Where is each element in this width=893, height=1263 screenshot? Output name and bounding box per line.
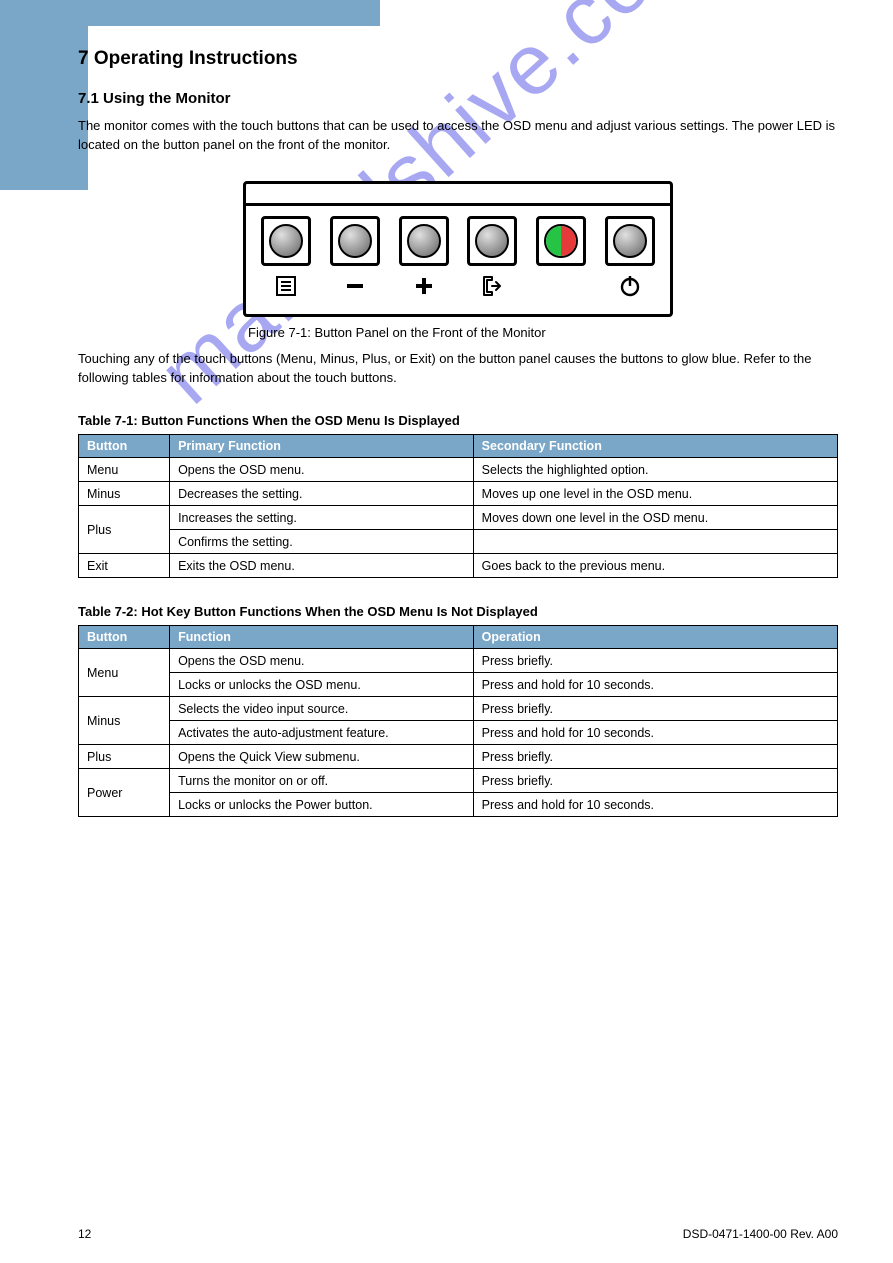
- minus-icon: [344, 272, 366, 300]
- table-row: PowerTurns the monitor on or off.Press b…: [79, 769, 838, 793]
- table-row: ExitExits the OSD menu.Goes back to the …: [79, 554, 838, 578]
- subsection-heading-7-1: 7.1 Using the Monitor: [78, 90, 838, 107]
- t1-head-primary: Primary Function: [170, 435, 474, 458]
- page-number: 12: [78, 1227, 91, 1241]
- power-icon: [618, 272, 642, 300]
- table-row: PlusIncreases the setting.Moves down one…: [79, 506, 838, 530]
- panel-button-indicator: [536, 216, 586, 300]
- table2-title: Table 7-2: Hot Key Button Functions When…: [78, 604, 838, 619]
- revision-info: DSD-0471-1400-00 Rev. A00: [683, 1227, 838, 1241]
- panel-button-exit: [467, 216, 517, 300]
- section-num: 7: [78, 48, 89, 69]
- panel-button-menu: [261, 216, 311, 300]
- t2-head-op: Operation: [473, 626, 837, 649]
- subsection-num: 7.1: [78, 90, 99, 107]
- table-row: Confirms the setting.: [79, 530, 838, 554]
- panel-button-plus: [399, 216, 449, 300]
- table-row: PlusOpens the Quick View submenu.Press b…: [79, 745, 838, 769]
- table-row: MenuOpens the OSD menu.Selects the highl…: [79, 458, 838, 482]
- figure-caption: Figure 7-1: Button Panel on the Front of…: [248, 325, 838, 340]
- table-row: Activates the auto-adjustment feature.Pr…: [79, 721, 838, 745]
- figure-button-panel: [243, 181, 673, 317]
- table-row: Locks or unlocks the OSD menu.Press and …: [79, 673, 838, 697]
- panel-button-minus: [330, 216, 380, 300]
- t1-head-secondary: Secondary Function: [473, 435, 837, 458]
- section-heading-7: 7 Operating Instructions: [78, 48, 838, 70]
- table-row: Locks or unlocks the Power button.Press …: [79, 793, 838, 817]
- intro-paragraph: The monitor comes with the touch buttons…: [78, 117, 838, 155]
- t2-head-fn: Function: [170, 626, 474, 649]
- subsection-title: Using the Monitor: [103, 90, 231, 107]
- table-row: MinusSelects the video input source.Pres…: [79, 697, 838, 721]
- plus-icon: [413, 272, 435, 300]
- table-row: MinusDecreases the setting.Moves up one …: [79, 482, 838, 506]
- hotkey-functions-table: Button Function Operation MenuOpens the …: [78, 625, 838, 817]
- table1-title: Table 7-1: Button Functions When the OSD…: [78, 413, 838, 428]
- header-accent-side: [0, 0, 88, 190]
- menu-icon: [275, 272, 297, 300]
- exit-icon: [480, 272, 504, 300]
- t1-head-button: Button: [79, 435, 170, 458]
- t2-head-button: Button: [79, 626, 170, 649]
- section-title: Operating Instructions: [94, 48, 298, 69]
- button-functions-table: Button Primary Function Secondary Functi…: [78, 434, 838, 578]
- panel-button-power: [605, 216, 655, 300]
- buttons-explain-paragraph: Touching any of the touch buttons (Menu,…: [78, 350, 838, 388]
- table-row: MenuOpens the OSD menu.Press briefly.: [79, 649, 838, 673]
